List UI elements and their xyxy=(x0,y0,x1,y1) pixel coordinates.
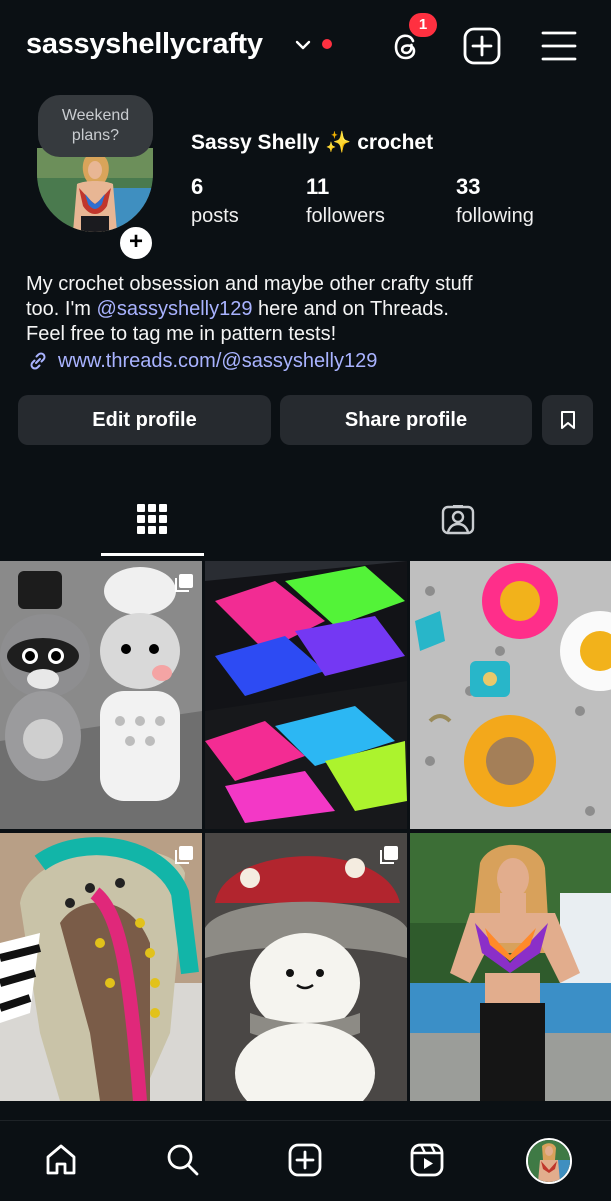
active-tab-indicator xyxy=(101,553,204,556)
nav-home[interactable] xyxy=(39,1138,83,1182)
multiple-photos-icon xyxy=(175,574,193,592)
nav-profile-avatar[interactable] xyxy=(526,1138,572,1184)
username-switcher[interactable]: sassyshellycrafty xyxy=(26,28,263,61)
post-tile[interactable] xyxy=(205,561,407,829)
chevron-down-icon[interactable] xyxy=(292,34,314,56)
profile-link-text[interactable]: www.threads.com/@sassyshelly129 xyxy=(58,350,377,373)
home-icon xyxy=(46,1144,76,1175)
profile-link[interactable]: www.threads.com/@sassyshelly129 xyxy=(26,349,377,373)
share-profile-button[interactable]: Share profile xyxy=(280,395,532,445)
top-bar: sassyshellycrafty 1 xyxy=(0,0,611,92)
bio-text: here and on Threads. xyxy=(252,298,449,320)
post-tile[interactable] xyxy=(410,561,611,829)
notification-badge[interactable]: 1 xyxy=(409,13,437,37)
search-icon xyxy=(167,1144,199,1176)
nav-create[interactable] xyxy=(283,1138,327,1182)
followers-count[interactable]: 11 xyxy=(306,174,329,200)
bio: My crochet obsession and maybe other cra… xyxy=(26,272,586,347)
display-name: Sassy Shelly ✨ crochet xyxy=(191,131,434,154)
tab-posts-grid[interactable] xyxy=(122,495,182,543)
nav-reels[interactable] xyxy=(405,1138,449,1182)
following-count[interactable]: 33 xyxy=(456,174,480,200)
post-tile[interactable] xyxy=(0,561,202,829)
post-tile[interactable] xyxy=(205,833,407,1101)
nav-search[interactable] xyxy=(161,1138,205,1182)
saved-button[interactable] xyxy=(542,395,593,445)
followers-label[interactable]: followers xyxy=(306,205,385,228)
bio-line-1: My crochet obsession and maybe other cra… xyxy=(26,273,473,295)
bio-line-2: too. I'm @sassyshelly129 here and on Thr… xyxy=(26,297,586,322)
multiple-photos-icon xyxy=(175,846,193,864)
posts-count[interactable]: 6 xyxy=(191,174,203,200)
threads-mention-link[interactable]: @sassyshelly129 xyxy=(97,298,253,320)
grid-icon xyxy=(137,504,167,534)
bio-text: too. I'm xyxy=(26,298,97,320)
post-tile[interactable] xyxy=(0,833,202,1101)
bookmark-icon xyxy=(560,411,575,429)
profile-avatar[interactable] xyxy=(37,148,153,232)
edit-profile-button[interactable]: Edit profile xyxy=(18,395,271,445)
multiple-photos-icon xyxy=(380,846,398,864)
bio-line-3: Feel free to tag me in pattern tests! xyxy=(26,323,337,345)
post-tile[interactable] xyxy=(410,833,611,1101)
tab-tagged[interactable] xyxy=(428,495,488,543)
reels-icon xyxy=(410,1143,444,1177)
activity-dot xyxy=(322,39,332,49)
tagged-person-icon xyxy=(441,505,475,535)
note-bubble[interactable]: Weekend plans? xyxy=(38,95,153,157)
add-story-button[interactable]: + xyxy=(117,224,155,262)
following-label[interactable]: following xyxy=(456,205,534,228)
posts-label[interactable]: posts xyxy=(191,205,239,228)
add-post-icon[interactable] xyxy=(460,24,504,68)
create-icon xyxy=(288,1143,322,1177)
menu-icon[interactable] xyxy=(537,24,581,68)
link-icon xyxy=(30,352,46,370)
